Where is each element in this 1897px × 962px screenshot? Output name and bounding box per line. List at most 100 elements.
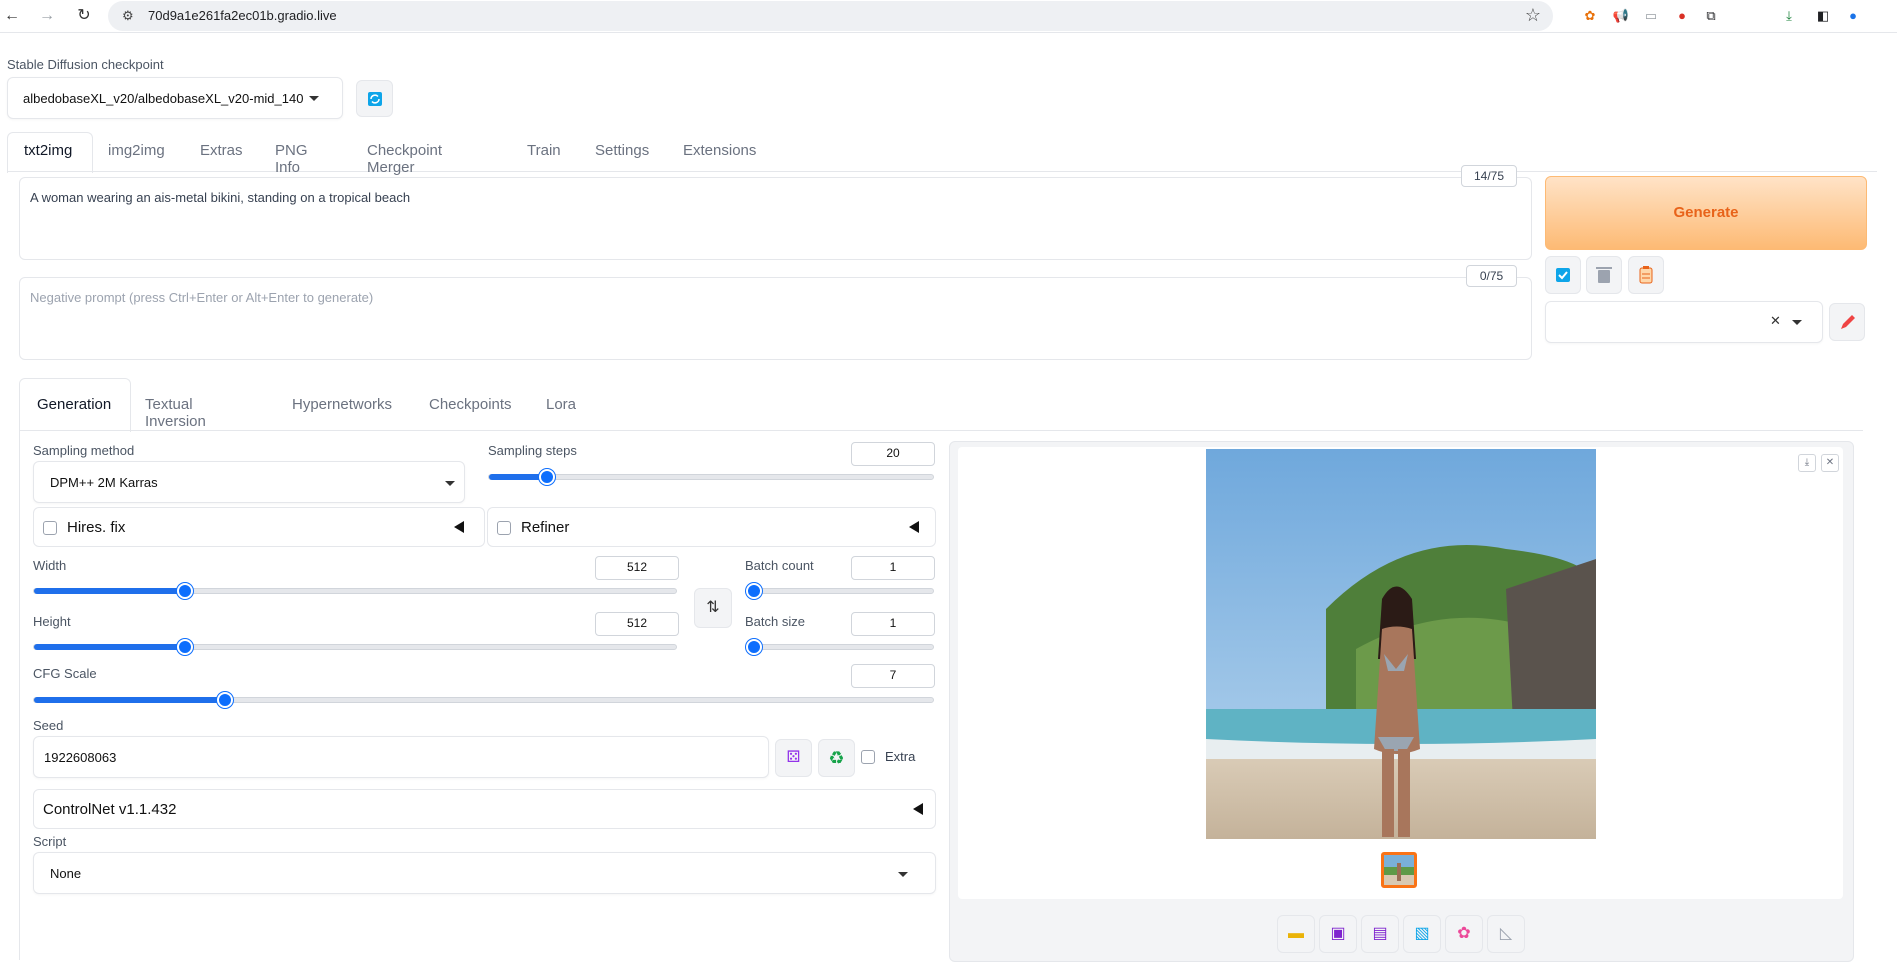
seed-value: 1922608063	[44, 750, 117, 765]
slider-thumb[interactable]	[538, 469, 555, 485]
refiner-label: Refiner	[521, 519, 570, 536]
controlnet-accordion[interactable]: ControlNet v1.1.432	[33, 789, 936, 829]
sampling-steps-label: Sampling steps	[488, 443, 577, 458]
swap-dimensions-button[interactable]: ⇅	[694, 588, 732, 628]
slider-track[interactable]	[33, 692, 934, 708]
clear-prompt-button[interactable]	[1586, 256, 1622, 294]
tab-checkpoint-merger[interactable]: Checkpoint Merger	[367, 142, 442, 176]
ext-3-icon[interactable]: ▭	[1641, 6, 1661, 26]
tab-generation[interactable]: Generation	[37, 396, 111, 413]
download-icon[interactable]: ⤓	[1798, 454, 1816, 472]
paste-prompt-button[interactable]	[1628, 256, 1664, 294]
checkpoint-dropdown[interactable]: albedobaseXL_v20/albedobaseXL_v20-mid_14…	[7, 77, 343, 119]
gallery-thumbnail[interactable]	[1381, 852, 1417, 888]
forward-icon[interactable]: →	[36, 5, 58, 27]
slider-track[interactable]	[745, 639, 934, 655]
tab-checkpoints[interactable]: Checkpoints	[429, 396, 512, 413]
back-icon[interactable]: ←	[1, 5, 23, 27]
slider-thumb[interactable]	[746, 583, 762, 599]
cfg-scale-input[interactable]: 7	[851, 664, 935, 688]
height-input[interactable]: 512	[595, 612, 679, 636]
generated-image[interactable]	[1206, 449, 1596, 839]
negative-prompt-input[interactable]: Negative prompt (press Ctrl+Enter or Alt…	[19, 277, 1532, 360]
slider-track[interactable]	[33, 583, 677, 599]
prompt-input[interactable]: A woman wearing an ais-metal bikini, sta…	[19, 177, 1532, 260]
send-to-img2img-button[interactable]: ▧	[1403, 915, 1441, 953]
slider-track[interactable]	[33, 639, 677, 655]
pencil-icon	[1841, 315, 1855, 329]
slider-track[interactable]	[745, 583, 934, 599]
tab-lora[interactable]: Lora	[546, 396, 576, 413]
close-icon[interactable]: ✕	[1821, 454, 1839, 472]
open-folder-button[interactable]: ▬	[1277, 915, 1315, 953]
batch-count-slider[interactable]	[745, 583, 934, 599]
batch-size-label: Batch size	[745, 614, 805, 629]
sidepanel-icon[interactable]: ◧	[1813, 6, 1833, 26]
batch-size-input[interactable]: 1	[851, 612, 935, 636]
reuse-seed-button[interactable]: ♻	[818, 739, 855, 777]
slider-fill	[34, 644, 186, 650]
styles-dropdown[interactable]: ✕	[1545, 301, 1823, 343]
width-slider[interactable]	[33, 583, 677, 599]
tab-png-info[interactable]: PNG Info	[275, 142, 308, 176]
tab-textual-inversion[interactable]: Textual Inversion	[145, 396, 206, 430]
controlnet-label: ControlNet v1.1.432	[43, 801, 177, 818]
seed-input[interactable]: 1922608063	[33, 736, 769, 778]
slider-thumb[interactable]	[217, 692, 233, 708]
refresh-checkpoint-button[interactable]	[356, 80, 393, 117]
negative-prompt-token-counter: 0/75	[1466, 265, 1517, 287]
checkbox-icon	[1556, 268, 1570, 282]
site-info-icon[interactable]: ⚙	[122, 8, 134, 24]
sampling-steps-slider[interactable]	[488, 469, 934, 485]
tab-txt2img[interactable]: txt2img	[24, 142, 72, 159]
slider-thumb[interactable]	[177, 639, 194, 655]
apply-styles-button[interactable]	[1545, 256, 1581, 294]
cfg-scale-label: CFG Scale	[33, 666, 97, 681]
script-dropdown[interactable]: None	[33, 852, 936, 894]
save-zip-button[interactable]: ▤	[1361, 915, 1399, 953]
height-slider[interactable]	[33, 639, 677, 655]
slider-thumb[interactable]	[177, 583, 194, 599]
sampling-method-label: Sampling method	[33, 443, 135, 458]
slider-thumb[interactable]	[746, 639, 762, 655]
send-to-extras-button[interactable]: ◺	[1487, 915, 1525, 953]
refiner-checkbox[interactable]	[497, 521, 511, 535]
edit-styles-button[interactable]	[1829, 303, 1865, 341]
panel-border-left	[19, 430, 20, 960]
ext-5-icon[interactable]: ⧉	[1701, 6, 1721, 26]
negative-prompt-placeholder: Negative prompt (press Ctrl+Enter or Alt…	[30, 290, 374, 305]
tab-settings[interactable]: Settings	[595, 142, 649, 159]
clear-icon[interactable]: ✕	[1770, 313, 1781, 329]
reload-icon[interactable]: ↻	[73, 5, 95, 27]
save-button[interactable]: ▣	[1319, 915, 1357, 953]
ext-4-icon[interactable]: ●	[1672, 6, 1692, 26]
ext-1-icon[interactable]: ✿	[1580, 6, 1600, 26]
batch-count-input[interactable]: 1	[851, 556, 935, 580]
tab-img2img[interactable]: img2img	[108, 142, 165, 159]
sampling-method-dropdown[interactable]: DPM++ 2M Karras	[33, 461, 465, 503]
batch-size-slider[interactable]	[745, 639, 934, 655]
checkpoint-value: albedobaseXL_v20/albedobaseXL_v20-mid_14…	[23, 91, 303, 106]
send-to-inpaint-button[interactable]: ✿	[1445, 915, 1483, 953]
hires-fix-accordion[interactable]: Hires. fix	[33, 507, 485, 547]
refiner-accordion[interactable]: Refiner	[487, 507, 936, 547]
hires-fix-checkbox[interactable]	[43, 521, 57, 535]
tab-extras[interactable]: Extras	[200, 142, 243, 159]
random-seed-button[interactable]: ⚄	[775, 739, 812, 777]
download-icon[interactable]: ⤓	[1779, 6, 1799, 26]
generate-button[interactable]: Generate	[1545, 176, 1867, 250]
tab-train[interactable]: Train	[527, 142, 561, 159]
address-bar[interactable]: ⚙ 70d9a1e261fa2ec01b.gradio.live ☆	[108, 1, 1553, 31]
ext-2-icon[interactable]: 📢	[1611, 6, 1631, 26]
browser-toolbar: ← → ↻ ⚙ 70d9a1e261fa2ec01b.gradio.live ☆…	[0, 0, 1897, 33]
tab-extensions[interactable]: Extensions	[683, 142, 756, 159]
width-input[interactable]: 512	[595, 556, 679, 580]
bookmark-star-icon[interactable]: ☆	[1525, 5, 1541, 26]
sampling-steps-input[interactable]: 20	[851, 442, 935, 466]
archive-icon: ▤	[1372, 925, 1388, 942]
cfg-scale-slider[interactable]	[33, 692, 934, 708]
profile-icon[interactable]: ●	[1843, 6, 1863, 26]
tab-hypernetworks[interactable]: Hypernetworks	[292, 396, 392, 413]
extra-seed-checkbox[interactable]	[861, 750, 875, 764]
slider-track[interactable]	[488, 469, 934, 485]
